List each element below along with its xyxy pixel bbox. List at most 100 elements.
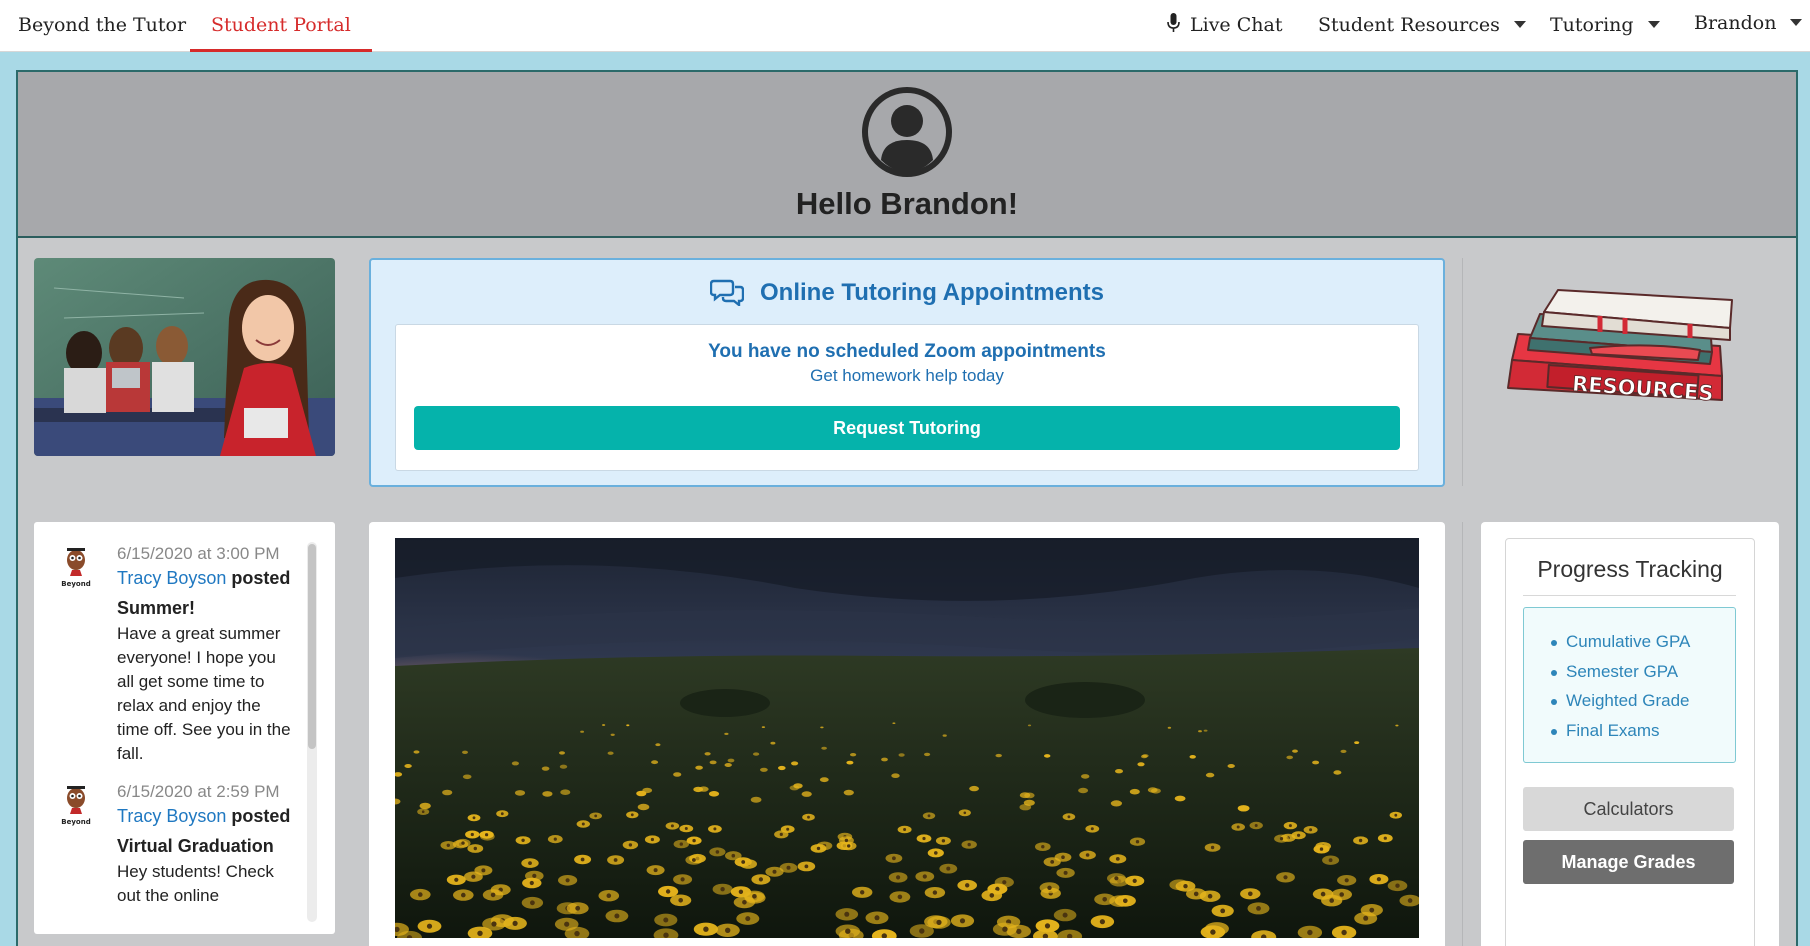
- calculators-button[interactable]: Calculators: [1523, 787, 1734, 831]
- flower-center: [1297, 833, 1301, 837]
- flower-center: [692, 838, 696, 843]
- flower-center: [1002, 880, 1007, 885]
- flower-center: [786, 827, 790, 831]
- progress-tracking-card: Progress Tracking Cumulative GPA Semeste…: [1481, 522, 1779, 946]
- flower: [1333, 770, 1342, 775]
- progress-link-final-exams[interactable]: Final Exams: [1524, 721, 1735, 751]
- flower-center: [1135, 840, 1140, 844]
- flower-center: [1047, 885, 1052, 890]
- flower: [698, 786, 709, 792]
- no-appointments-text: You have no scheduled Zoom appointments: [708, 341, 1106, 362]
- flower-center: [1320, 891, 1326, 897]
- flower-center: [670, 824, 674, 828]
- flower: [1167, 726, 1172, 729]
- flower-center: [1376, 877, 1381, 882]
- flower-center: [575, 905, 581, 911]
- flower-center: [530, 900, 535, 906]
- progress-link-cumulative-gpa[interactable]: Cumulative GPA: [1524, 632, 1735, 662]
- tutoring-card-title: Online Tutoring Appointments: [760, 279, 1104, 306]
- flower-center: [1041, 845, 1045, 849]
- flower-center: [1210, 845, 1215, 850]
- flower-center: [1283, 875, 1288, 880]
- flower: [995, 753, 1002, 758]
- flower-center: [786, 865, 791, 870]
- flower-center: [844, 838, 849, 843]
- flower: [850, 753, 857, 757]
- homework-help-link[interactable]: Get homework help today: [396, 366, 1418, 386]
- owl-logo-text: Beyond: [61, 818, 90, 826]
- flower-center: [874, 915, 880, 921]
- flower-center: [725, 927, 731, 933]
- progress-link-semester-gpa[interactable]: Semester GPA: [1524, 662, 1735, 692]
- post-date: 6/15/2020 at 3:00 PM: [117, 544, 280, 563]
- flower: [881, 757, 888, 762]
- flower: [1147, 787, 1158, 793]
- flower-center: [684, 827, 688, 830]
- nav-student-resources-label: Student Resources: [1318, 14, 1500, 36]
- flower: [404, 764, 412, 768]
- nav-student-portal[interactable]: Student Portal: [190, 0, 372, 52]
- post-author: Tracy Boyson posted: [117, 806, 290, 827]
- nav-student-resources[interactable]: Student Resources: [1318, 0, 1526, 52]
- request-tutoring-button[interactable]: Request Tutoring: [414, 406, 1400, 450]
- user-avatar-icon[interactable]: [861, 86, 953, 178]
- featured-image-card: [369, 522, 1445, 946]
- beyond-owl-logo-icon: Beyond: [61, 548, 91, 588]
- news-scrollbar-thumb[interactable]: [308, 544, 316, 749]
- flower: [727, 758, 735, 763]
- flower-center: [1115, 857, 1120, 861]
- flower-center: [738, 889, 744, 894]
- flower: [891, 773, 900, 778]
- flower-center: [454, 877, 459, 882]
- manage-grades-button[interactable]: Manage Grades: [1523, 840, 1734, 884]
- flower-center: [1132, 878, 1137, 883]
- students-photo: [34, 258, 335, 456]
- news-scrollbar[interactable]: [307, 542, 317, 922]
- nav-live-chat[interactable]: Live Chat: [1167, 0, 1282, 52]
- flower-center: [500, 812, 504, 816]
- resources-books-image[interactable]: RESOURCES: [1500, 288, 1760, 448]
- post-author: Tracy Boyson posted: [117, 568, 290, 589]
- flower-center: [528, 861, 532, 865]
- nav-user-menu[interactable]: Brandon: [1694, 0, 1803, 50]
- flower: [559, 751, 565, 755]
- flower: [1023, 799, 1035, 806]
- flower: [1340, 749, 1347, 753]
- flower-center: [418, 892, 423, 897]
- flower: [419, 802, 431, 810]
- flower: [1354, 741, 1360, 744]
- post-body: Have a great summer everyone! I hope you…: [117, 624, 291, 763]
- flower-center: [847, 844, 851, 848]
- flower: [1395, 724, 1399, 727]
- flower-center: [959, 918, 966, 924]
- flower-center: [512, 920, 518, 926]
- post-author-link[interactable]: Tracy Boyson: [117, 806, 226, 826]
- flower-center: [745, 916, 751, 922]
- microphone-icon: [1167, 13, 1180, 32]
- flower: [610, 733, 615, 736]
- post-date: 6/15/2020 at 2:59 PM: [117, 782, 280, 801]
- flower: [1292, 749, 1298, 753]
- flower-center: [461, 841, 465, 845]
- flower-center: [758, 877, 763, 882]
- flower-center: [564, 921, 570, 927]
- flower: [607, 751, 614, 755]
- flower-center: [481, 868, 486, 873]
- progress-link-weighted-grade[interactable]: Weighted Grade: [1524, 691, 1735, 721]
- flower-center: [1085, 853, 1090, 857]
- flower-center: [665, 889, 671, 894]
- nav-brand-link[interactable]: Beyond the Tutor: [18, 0, 186, 52]
- flower: [442, 789, 453, 796]
- flower: [1024, 792, 1035, 799]
- nav-tutoring[interactable]: Tutoring: [1550, 0, 1660, 52]
- flower-center: [779, 832, 783, 836]
- flower-center: [741, 860, 746, 864]
- flower: [1137, 762, 1145, 767]
- flower-center: [532, 873, 537, 878]
- post-author-link[interactable]: Tracy Boyson: [117, 568, 226, 588]
- flower-center: [1395, 883, 1400, 888]
- flower: [898, 753, 905, 757]
- flower: [1198, 730, 1202, 733]
- flower-center: [1407, 898, 1413, 903]
- flower: [778, 765, 786, 771]
